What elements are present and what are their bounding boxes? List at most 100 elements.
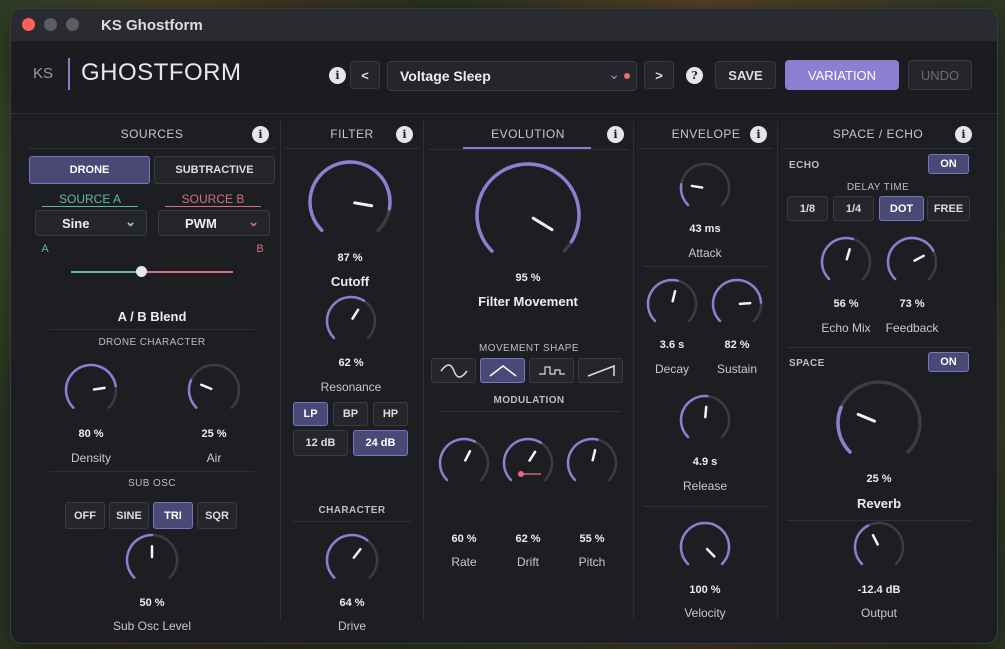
slope-12db-button[interactable]: 12 dB [293,430,348,456]
rate-knob[interactable] [437,436,491,490]
filter-bp-button[interactable]: BP [333,402,368,426]
column-divider [633,121,634,621]
shape-step-button[interactable] [529,358,574,383]
source-b-underline [165,206,261,207]
space-echo-title: SPACE / ECHO [832,127,924,141]
cutoff-label: Cutoff [330,274,370,289]
divider [293,521,411,522]
feedback-label: Feedback [885,321,939,335]
undo-button[interactable]: UNDO [908,60,972,90]
sub-osc-level-value: 50 % [139,597,165,609]
help-icon[interactable]: ? [686,67,703,84]
filter-movement-value: 95 % [515,272,541,284]
blend-slider[interactable] [71,264,233,280]
echo-label: ECHO [789,160,820,171]
chevron-down-icon: ⌄ [608,66,620,82]
minimize-window-button[interactable] [44,18,57,31]
density-knob[interactable] [63,362,119,418]
variation-button[interactable]: VARIATION [785,60,899,90]
delay-dot-button[interactable]: DOT [879,196,924,221]
feedback-value: 73 % [899,298,925,310]
drive-label: Drive [337,619,366,633]
release-knob[interactable] [678,393,732,447]
envelope-info-icon[interactable]: i [750,126,767,143]
sustain-knob[interactable] [710,277,764,331]
source-a-wave-value: Sine [62,216,90,231]
density-value: 80 % [78,428,104,440]
source-a-wave-select[interactable]: Sine ⌄ [35,210,147,236]
echo-toggle[interactable]: ON [928,154,969,174]
sub-sqr-button[interactable]: SQR [197,502,237,529]
filter-hp-button[interactable]: HP [373,402,408,426]
pitch-value: 55 % [579,533,605,545]
product-title: GHOSTFORM [81,59,242,86]
feedback-knob[interactable] [885,235,939,289]
blend-b-marker: B [256,243,264,255]
filter-movement-label: Filter Movement [478,294,578,309]
mode-subtractive-button[interactable]: SUBTRACTIVE [154,156,275,184]
reverb-knob[interactable] [835,379,923,467]
source-b-label: SOURCE B [181,192,245,206]
resonance-value: 62 % [338,357,364,369]
sources-info-icon[interactable]: i [252,126,269,143]
brand-logo: KS [33,65,54,82]
mode-drone-button[interactable]: DRONE [29,156,150,184]
velocity-knob[interactable] [678,520,732,574]
blend-title: A / B Blend [117,309,187,324]
delay-1-4-button[interactable]: 1/4 [833,196,874,221]
delay-1-8-button[interactable]: 1/8 [787,196,828,221]
cutoff-knob[interactable] [307,159,393,245]
sub-tri-button[interactable]: TRI [153,502,193,529]
save-button[interactable]: SAVE [715,61,776,89]
divider [29,148,275,149]
slope-24db-button[interactable]: 24 dB [353,430,408,456]
next-preset-button[interactable]: > [644,61,674,89]
air-value: 25 % [201,428,227,440]
sub-osc-level-label: Sub Osc Level [112,619,192,633]
delay-free-button[interactable]: FREE [927,196,970,221]
drift-knob[interactable] [501,436,555,490]
rate-label: Rate [451,555,477,569]
drone-character-header: DRONE CHARACTER [98,337,206,348]
previous-preset-button[interactable]: < [350,61,380,89]
attack-label: Attack [688,246,722,260]
source-b-wave-select[interactable]: PWM ⌄ [158,210,270,236]
sub-osc-level-knob[interactable] [124,532,180,588]
sub-sine-button[interactable]: SINE [109,502,149,529]
blend-track-b [140,271,233,273]
filter-info-icon[interactable]: i [396,126,413,143]
brand-divider [68,58,70,90]
preset-name: Voltage Sleep [400,68,491,84]
space-label: SPACE [789,358,825,369]
sub-off-button[interactable]: OFF [65,502,105,529]
pitch-knob[interactable] [565,436,619,490]
shape-sine-button[interactable] [431,358,476,383]
delay-time-header: DELAY TIME [846,182,910,193]
divider [439,411,621,412]
output-knob[interactable] [852,520,906,574]
air-knob[interactable] [186,362,242,418]
divider [49,471,255,472]
shape-triangle-button[interactable] [480,358,525,383]
velocity-label: Velocity [684,606,726,620]
shape-ramp-button[interactable] [578,358,623,383]
blend-slider-thumb[interactable] [135,266,147,277]
density-label: Density [70,451,111,465]
tab-evolution[interactable]: EVOLUTION [466,127,590,141]
space-toggle[interactable]: ON [928,352,969,372]
echo-mix-knob[interactable] [819,235,873,289]
blend-a-marker: A [41,243,49,255]
source-b-wave-value: PWM [185,216,217,231]
evolution-info-icon[interactable]: i [607,126,624,143]
resonance-knob[interactable] [324,294,378,348]
preset-selector[interactable]: Voltage Sleep ⌄ [387,61,637,91]
attack-knob[interactable] [678,161,732,215]
filter-movement-knob[interactable] [474,161,582,269]
info-icon[interactable]: i [329,67,346,84]
filter-lp-button[interactable]: LP [293,402,328,426]
zoom-window-button[interactable] [66,18,79,31]
space-info-icon[interactable]: i [955,126,972,143]
decay-knob[interactable] [645,277,699,331]
close-window-button[interactable] [22,18,35,31]
drive-knob[interactable] [324,532,380,588]
